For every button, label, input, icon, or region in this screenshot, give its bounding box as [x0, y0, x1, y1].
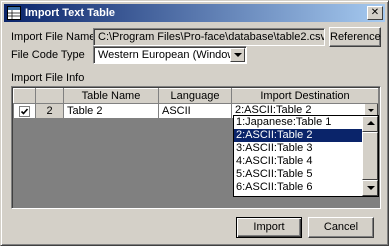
- row-checkbox[interactable]: [19, 105, 30, 117]
- column-header-import-destination[interactable]: Import Destination: [231, 88, 379, 104]
- import-file-info-label: Import File Info: [11, 72, 85, 84]
- scroll-down-arrow-icon[interactable]: [362, 180, 378, 196]
- import-destination-dropdown-list[interactable]: 1:Japanese:Table 1 2:ASCII:Table 2 3:ASC…: [233, 115, 379, 197]
- scrollbar-thumb[interactable]: [362, 132, 378, 180]
- file-code-type-label: File Code Type: [11, 49, 85, 61]
- import-file-name-label: Import File Name: [11, 31, 96, 43]
- checkmark-icon: [20, 108, 29, 115]
- row-number-cell: 2: [35, 103, 64, 119]
- header-row: Table Name Language Import Destination: [13, 88, 379, 104]
- window-title: Import Text Table: [25, 7, 116, 19]
- row-check-cell[interactable]: [13, 103, 36, 119]
- file-code-type-value: Western European (Windows): [98, 49, 245, 61]
- import-button[interactable]: Import: [236, 217, 302, 238]
- dropdown-scrollbar[interactable]: [362, 116, 378, 196]
- file-code-type-select[interactable]: Western European (Windows): [93, 46, 247, 64]
- dropdown-option[interactable]: 1:Japanese:Table 1: [234, 116, 362, 129]
- reference-button[interactable]: Reference: [329, 27, 381, 47]
- language-cell[interactable]: ASCII: [158, 103, 232, 119]
- import-text-table-dialog: Import Text Table ✕ Import File Name C:\…: [0, 0, 389, 246]
- dropdown-option[interactable]: 3:ASCII:Table 3: [234, 142, 362, 155]
- dropdown-option[interactable]: 6:ASCII:Table 6: [234, 181, 362, 194]
- scroll-up-arrow-icon[interactable]: [362, 116, 378, 132]
- dropdown-option-selected[interactable]: 2:ASCII:Table 2: [234, 129, 362, 142]
- column-header-language[interactable]: Language: [158, 88, 232, 104]
- chevron-down-icon[interactable]: [230, 48, 245, 62]
- table-icon: [7, 6, 21, 20]
- table-name-cell[interactable]: Table 2: [63, 103, 159, 119]
- dropdown-option[interactable]: 4:ASCII:Table 4: [234, 155, 362, 168]
- column-header-table-name[interactable]: Table Name: [63, 88, 159, 104]
- column-header-number: [35, 88, 64, 104]
- close-button[interactable]: ✕: [367, 6, 383, 20]
- cancel-button[interactable]: Cancel: [308, 217, 374, 238]
- column-header-check: [13, 88, 36, 104]
- import-file-path-field: C:\Program Files\Pro-face\database\table…: [93, 28, 325, 46]
- dropdown-option[interactable]: 5:ASCII:Table 5: [234, 168, 362, 181]
- title-bar[interactable]: Import Text Table ✕: [4, 4, 385, 22]
